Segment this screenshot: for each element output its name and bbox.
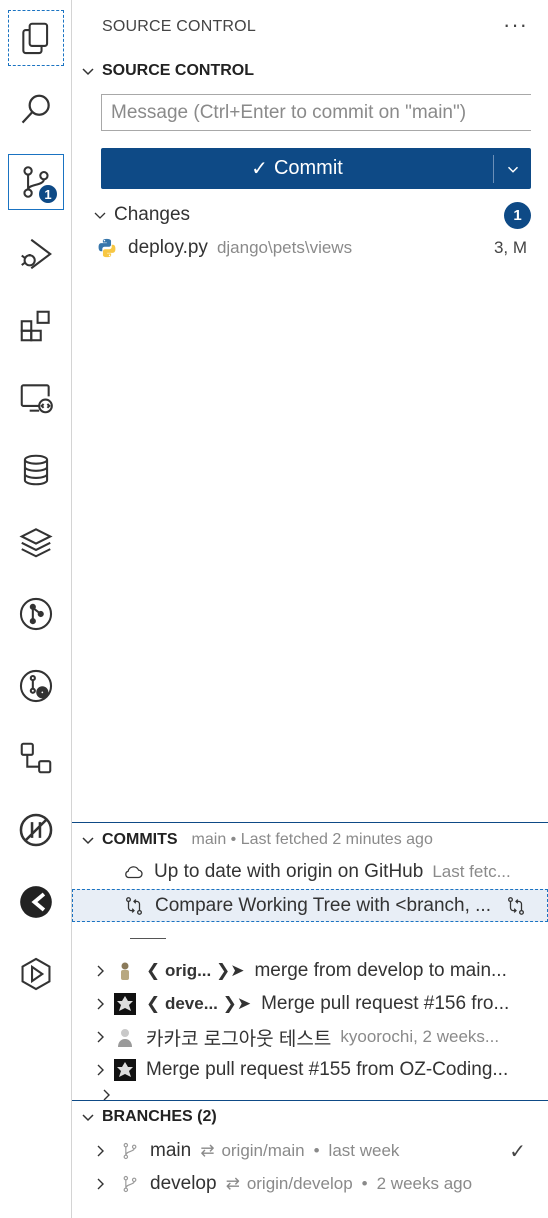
separator-dot: • xyxy=(313,1141,320,1160)
compare-icon xyxy=(123,895,145,917)
status-row-text: Up to date with origin on GitHub xyxy=(154,861,424,882)
chevron-down-icon xyxy=(78,61,98,81)
changed-file-name: deploy.py xyxy=(128,237,208,258)
database-icon[interactable] xyxy=(8,442,64,498)
avatar xyxy=(114,1059,136,1081)
sync-icon: ⇄ xyxy=(225,1174,240,1193)
changes-count-badge: 1 xyxy=(504,201,531,229)
chevron-down-icon xyxy=(507,166,518,173)
commit-message: Merge pull request #156 fro... xyxy=(261,993,510,1014)
source-control-section-header[interactable]: SOURCE CONTROL xyxy=(72,58,254,84)
chevron-right-icon xyxy=(90,994,110,1014)
branch-time: 2 weeks ago xyxy=(376,1174,473,1193)
clipped-commit-row xyxy=(72,1088,548,1100)
source-control-section-title: SOURCE CONTROL xyxy=(102,62,254,79)
search-icon[interactable] xyxy=(8,82,64,138)
commits-section-header[interactable]: COMMITS main • Last fetched 2 minutes ag… xyxy=(72,827,433,853)
current-branch-check-icon: ✓ xyxy=(509,1140,526,1163)
changed-file-path: django\pets\views xyxy=(216,238,353,257)
disable-icon[interactable] xyxy=(8,802,64,858)
branch-time: last week xyxy=(328,1141,400,1160)
commits-section-title: COMMITS xyxy=(102,831,178,848)
list-separator xyxy=(130,938,166,939)
avatar xyxy=(114,960,136,982)
sync-icon: ⇄ xyxy=(200,1141,215,1160)
commit-dropdown-button[interactable] xyxy=(494,148,531,189)
chevron-down-icon xyxy=(90,205,110,225)
compare-row-text: Compare Working Tree with <branch, ... xyxy=(155,894,491,916)
compare-action-icon[interactable] xyxy=(505,895,527,917)
branch-row-develop[interactable]: develop ⇄ origin/develop • 2 weeks ago xyxy=(72,1168,548,1200)
git-graph-icon[interactable] xyxy=(8,586,64,642)
panel-title: SOURCE CONTROL xyxy=(102,18,256,35)
extensions-icon[interactable] xyxy=(8,298,64,354)
branch-row-main[interactable]: main ⇄ origin/main • last week ✓ xyxy=(72,1135,548,1167)
layers-icon[interactable] xyxy=(8,514,64,570)
avatar xyxy=(114,1026,136,1048)
commits-section-subtitle: main • Last fetched 2 minutes ago xyxy=(191,831,433,848)
status-row-detail: Last fetc... xyxy=(432,862,511,881)
chevron-down-icon xyxy=(78,830,98,850)
commit-row[interactable]: 카카코 로그아웃 테스트 kyoorochi, 2 weeks... xyxy=(72,1021,548,1053)
chevron-right-icon xyxy=(90,1174,110,1194)
changed-file-row[interactable]: deploy.py django\pets\views 3, M xyxy=(72,232,548,264)
source-control-badge: 1 xyxy=(37,183,59,205)
changes-group-header[interactable]: Changes 1 xyxy=(72,199,548,231)
commit-ref-tag: ❮ orig... ❯➤ xyxy=(146,961,245,980)
commit-detail: kyoorochi, 2 weeks... xyxy=(340,1027,500,1046)
commit-message: Merge pull request #155 from OZ-Coding..… xyxy=(146,1059,509,1080)
commit-message: 카카코 로그아웃 테스트 xyxy=(146,1028,332,1050)
branch-name: main xyxy=(150,1140,192,1161)
branches-section-header[interactable]: BRANCHES (2) xyxy=(72,1104,217,1130)
branches-section-title: BRANCHES (2) xyxy=(102,1108,217,1125)
source-control-icon[interactable]: 1 xyxy=(8,154,64,210)
avatar xyxy=(114,993,136,1015)
commit-ref-tag: ❮ deve... ❯➤ xyxy=(146,994,252,1013)
branch-name: develop xyxy=(150,1173,217,1194)
branch-remote: origin/develop xyxy=(246,1174,353,1193)
changes-label: Changes xyxy=(114,204,191,225)
commit-main-button[interactable]: ✓ Commit xyxy=(101,148,493,189)
commit-row[interactable]: ❮ orig... ❯➤ merge from develop to main.… xyxy=(72,955,548,987)
status-row[interactable]: Up to date with origin on GitHub Last fe… xyxy=(72,856,548,888)
changed-file-status: 3, M xyxy=(493,238,527,257)
play-hex-icon[interactable] xyxy=(8,946,64,1002)
compare-row[interactable]: Compare Working Tree with <branch, ... xyxy=(72,889,548,922)
chevron-right-icon xyxy=(90,1141,110,1161)
chevron-right-icon xyxy=(90,961,110,981)
commit-button[interactable]: ✓ Commit xyxy=(101,148,531,189)
separator-dot: • xyxy=(361,1174,368,1193)
chevron-down-icon xyxy=(78,1107,98,1127)
flow-icon[interactable] xyxy=(8,730,64,786)
section-divider xyxy=(72,1100,548,1101)
commit-row[interactable]: ❮ deve... ❯➤ Merge pull request #156 fro… xyxy=(72,988,548,1020)
explorer-icon[interactable] xyxy=(8,10,64,66)
cloud-icon xyxy=(122,861,144,883)
more-actions-button[interactable]: ··· xyxy=(503,12,528,38)
python-file-icon xyxy=(96,237,118,259)
chevron-right-icon xyxy=(90,1027,110,1047)
remote-explorer-icon[interactable] xyxy=(8,370,64,426)
activity-bar: 1 xyxy=(0,0,72,1218)
gitlens-icon[interactable] xyxy=(8,874,64,930)
branch-icon xyxy=(120,1141,140,1161)
commit-button-label: Commit xyxy=(273,157,343,179)
check-icon: ✓ xyxy=(251,158,268,180)
branch-remote: origin/main xyxy=(221,1141,305,1160)
commit-message-input[interactable] xyxy=(101,94,531,131)
chevron-right-icon xyxy=(103,1089,110,1100)
chevron-right-icon xyxy=(90,1060,110,1080)
source-control-panel: SOURCE CONTROL ··· SOURCE CONTROL ✓ Comm… xyxy=(72,0,548,1218)
git-history-icon[interactable] xyxy=(8,658,64,714)
section-divider xyxy=(72,822,548,823)
commit-row[interactable]: Merge pull request #155 from OZ-Coding..… xyxy=(72,1054,548,1086)
branch-icon xyxy=(120,1174,140,1194)
commit-message: merge from develop to main... xyxy=(254,960,507,981)
run-debug-icon[interactable] xyxy=(8,226,64,282)
